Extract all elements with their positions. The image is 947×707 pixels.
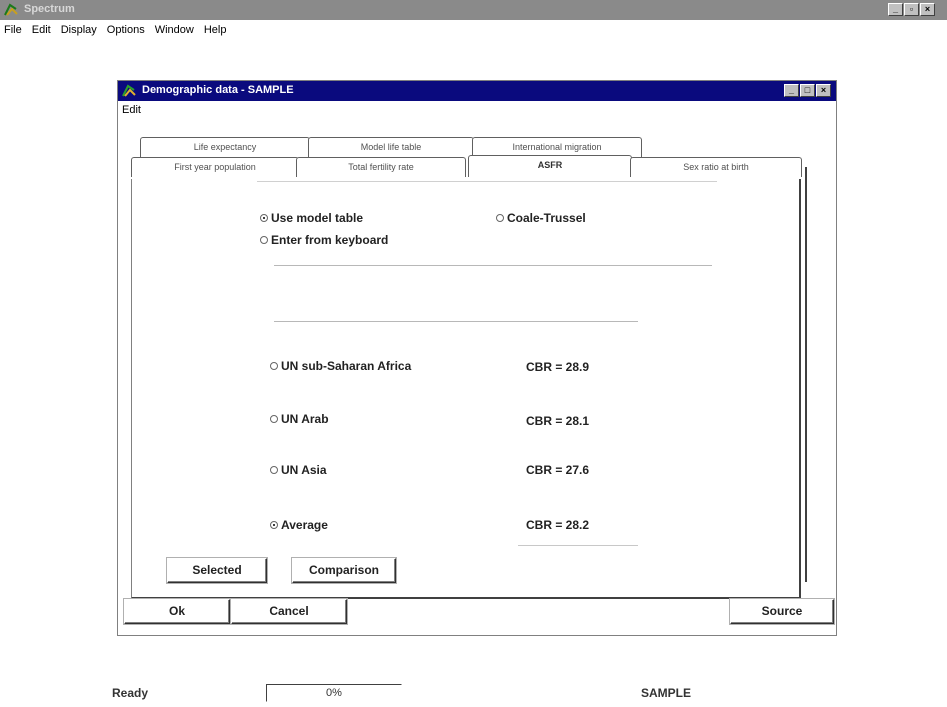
app-title-bar[interactable]: Spectrum _ ▫ × bbox=[0, 0, 947, 20]
tab-asfr[interactable]: ASFR bbox=[468, 155, 632, 177]
minimize-icon[interactable]: _ bbox=[784, 84, 799, 97]
ok-button-label: Ok bbox=[168, 604, 185, 618]
tab-model-life-table[interactable]: Model life table bbox=[308, 137, 474, 157]
region-label: Average bbox=[281, 518, 328, 532]
use-model-table-radio[interactable]: Use model table bbox=[260, 211, 363, 225]
dialog-title: Demographic data - SAMPLE bbox=[142, 84, 294, 96]
tab-life-expectancy[interactable]: Life expectancy bbox=[140, 137, 310, 157]
spectrum-app-icon bbox=[4, 3, 18, 16]
dialog-menu-bar: Edit bbox=[118, 101, 836, 119]
menu-edit[interactable]: Edit bbox=[32, 24, 51, 36]
enter-from-keyboard-radio[interactable]: Enter from keyboard bbox=[260, 233, 388, 247]
region-radio-un-arab[interactable]: UN Arab bbox=[270, 412, 329, 426]
app-menu-bar: File Edit Display Options Window Help bbox=[0, 20, 947, 40]
ok-button[interactable]: Ok bbox=[124, 599, 230, 624]
selected-button-label: Selected bbox=[192, 563, 242, 577]
divider bbox=[274, 265, 712, 266]
dialog-title-bar[interactable]: Demographic data - SAMPLE _ □ × bbox=[118, 81, 836, 101]
asfr-panel: Use model table Coale-Trussel Enter from… bbox=[131, 179, 801, 599]
panel-shadow bbox=[805, 167, 807, 582]
coale-trussel-label: Coale-Trussel bbox=[507, 211, 586, 225]
source-button-label: Source bbox=[761, 604, 803, 618]
radio-unselected-icon bbox=[270, 466, 278, 474]
radio-unselected-icon bbox=[496, 214, 504, 222]
minimize-icon[interactable]: _ bbox=[888, 3, 903, 16]
app-title: Spectrum bbox=[24, 3, 75, 15]
region-radio-un-asia[interactable]: UN Asia bbox=[270, 463, 327, 477]
cbr-value: CBR = 28.9 bbox=[526, 360, 590, 374]
tab-sex-ratio-at-birth[interactable]: Sex ratio at birth bbox=[630, 157, 802, 177]
menu-display[interactable]: Display bbox=[61, 24, 97, 36]
radio-selected-icon bbox=[260, 214, 268, 222]
cbr-value: CBR = 27.6 bbox=[526, 463, 590, 477]
use-model-table-label: Use model table bbox=[271, 211, 364, 225]
spectrum-app-icon bbox=[122, 84, 136, 97]
region-label: UN Arab bbox=[281, 412, 329, 426]
region-radio-average[interactable]: Average bbox=[270, 518, 328, 532]
comparison-button-label: Comparison bbox=[308, 563, 379, 577]
region-label: UN sub-Saharan Africa bbox=[281, 359, 412, 373]
radio-unselected-icon bbox=[270, 415, 278, 423]
enter-from-keyboard-label: Enter from keyboard bbox=[271, 233, 389, 247]
restore-icon[interactable]: ▫ bbox=[904, 3, 919, 16]
radio-selected-icon bbox=[270, 521, 278, 529]
tab-first-year-population[interactable]: First year population bbox=[131, 157, 299, 177]
region-label: UN Asia bbox=[281, 463, 327, 477]
menu-window[interactable]: Window bbox=[155, 24, 194, 36]
menu-options[interactable]: Options bbox=[107, 24, 145, 36]
tab-total-fertility-rate[interactable]: Total fertility rate bbox=[296, 157, 466, 177]
coale-trussel-radio[interactable]: Coale-Trussel bbox=[496, 211, 586, 225]
menu-help[interactable]: Help bbox=[204, 24, 227, 36]
close-icon[interactable]: × bbox=[816, 84, 831, 97]
divider bbox=[518, 545, 638, 546]
cbr-value: CBR = 28.2 bbox=[526, 518, 590, 532]
divider bbox=[274, 321, 638, 322]
tab-international-migration[interactable]: International migration bbox=[472, 137, 642, 157]
status-text: Ready bbox=[112, 686, 149, 700]
close-icon[interactable]: × bbox=[920, 3, 935, 16]
dialog-menu-edit[interactable]: Edit bbox=[122, 104, 141, 116]
cancel-button-label: Cancel bbox=[269, 604, 309, 618]
status-bar: Ready 0% SAMPLE bbox=[0, 679, 947, 707]
comparison-button[interactable]: Comparison bbox=[292, 558, 396, 583]
cancel-button[interactable]: Cancel bbox=[231, 599, 347, 624]
selected-button[interactable]: Selected bbox=[167, 558, 267, 583]
divider bbox=[257, 181, 717, 182]
radio-unselected-icon bbox=[260, 236, 268, 244]
region-radio-un-sub-saharan-africa[interactable]: UN sub-Saharan Africa bbox=[270, 359, 411, 373]
source-button[interactable]: Source bbox=[730, 599, 834, 624]
radio-unselected-icon bbox=[270, 362, 278, 370]
menu-file[interactable]: File bbox=[4, 24, 22, 36]
cbr-value: CBR = 28.1 bbox=[526, 414, 590, 428]
progress-indicator: 0% bbox=[266, 684, 402, 702]
demographic-data-dialog: Demographic data - SAMPLE _ □ × Edit Lif… bbox=[117, 80, 837, 636]
status-project-name: SAMPLE bbox=[641, 686, 692, 700]
maximize-icon[interactable]: □ bbox=[800, 84, 815, 97]
